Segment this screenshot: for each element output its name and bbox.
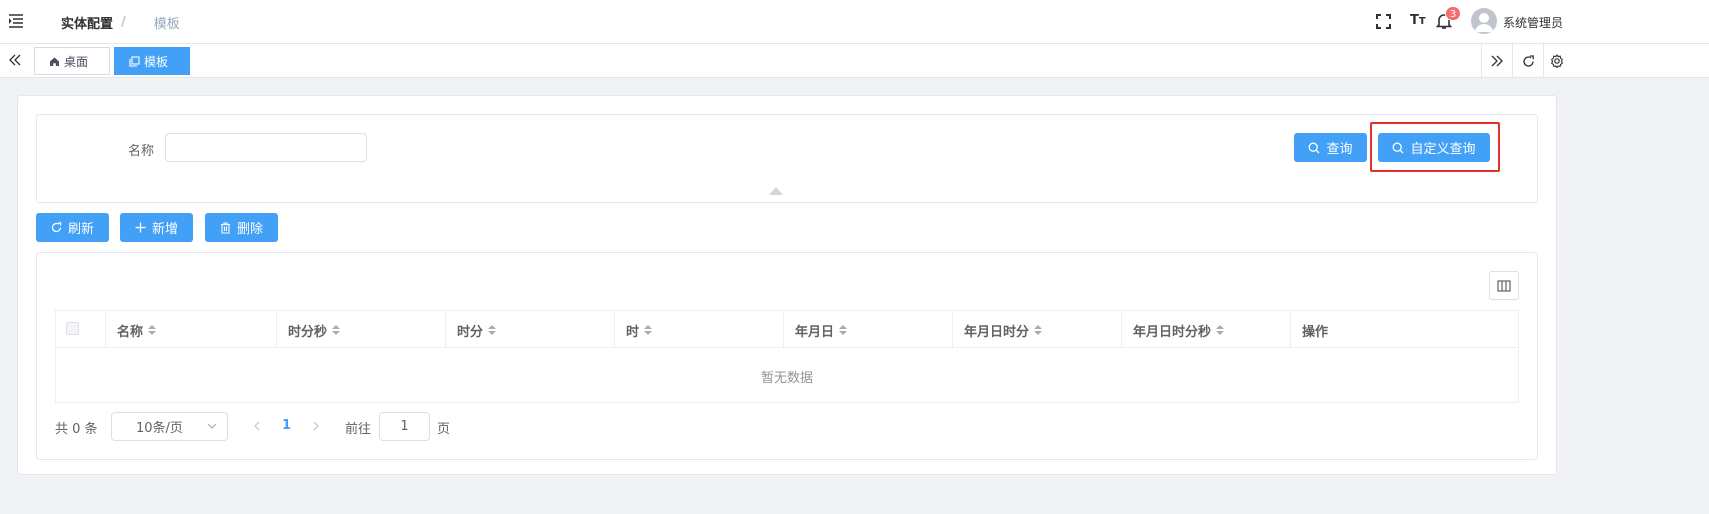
breadcrumb-item-entity-config[interactable]: 实体配置 [61, 13, 113, 32]
double-chevron-right-icon [1491, 55, 1503, 67]
add-button[interactable]: 新增 [120, 213, 193, 242]
prev-page-icon[interactable] [253, 421, 261, 431]
column-header-label: 操作 [1302, 324, 1329, 340]
breadcrumb: 实体配置 / 模板 [61, 13, 180, 32]
refresh-icon [51, 222, 68, 233]
copy-icon [129, 55, 144, 67]
delete-button-label: 删除 [236, 222, 263, 237]
sort-caret-icon[interactable] [1034, 325, 1043, 335]
column-header-label: 年月日时分秒 [1133, 324, 1212, 340]
name-input[interactable] [165, 133, 367, 162]
column-header-date[interactable]: 年月日 [783, 312, 952, 348]
pagination-total: 共 0 条 [55, 422, 98, 437]
goto-page-input[interactable] [379, 412, 430, 441]
refresh-tab-button[interactable] [1512, 44, 1543, 78]
column-header-datetime-hm[interactable]: 年月日时分 [952, 312, 1121, 348]
column-header-label: 年月日时分 [964, 324, 1030, 340]
page-number-current[interactable]: 1 [282, 418, 291, 433]
goto-label: 前往 [345, 422, 372, 437]
custom-query-button[interactable]: 自定义查询 [1378, 133, 1490, 162]
column-header-actions: 操作 [1290, 312, 1518, 348]
sort-caret-icon[interactable] [332, 325, 341, 335]
settings-button[interactable] [1543, 44, 1570, 78]
column-header-label: 年月日 [795, 324, 835, 340]
column-header-time-hm[interactable]: 时分 [445, 312, 614, 348]
column-header-label: 时 [626, 324, 640, 340]
notification-badge: 3 [1445, 6, 1461, 21]
sort-caret-icon[interactable] [644, 325, 653, 335]
next-page-icon[interactable] [312, 421, 320, 431]
tag-desktop[interactable]: 桌面 [34, 47, 110, 75]
collapse-caret-icon[interactable] [769, 187, 783, 195]
sort-caret-icon[interactable] [839, 325, 848, 335]
page-size-select[interactable]: 10条/页 [111, 412, 228, 441]
query-button[interactable]: 查询 [1294, 133, 1367, 162]
page-suffix-label: 页 [437, 422, 451, 437]
gear-icon [1550, 54, 1564, 68]
scroll-right-button[interactable] [1481, 44, 1512, 78]
column-header-name[interactable]: 名称 [105, 312, 276, 348]
tags-view-bar [0, 44, 1709, 78]
refresh-icon [1522, 54, 1535, 68]
breadcrumb-separator: / [121, 15, 126, 30]
delete-button[interactable]: 删除 [205, 213, 278, 242]
select-all-checkbox[interactable] [66, 322, 79, 335]
column-settings-button[interactable] [1489, 271, 1519, 300]
column-header-label: 名称 [117, 324, 144, 340]
query-button-label: 查询 [1326, 142, 1353, 157]
column-header-hour[interactable]: 时 [614, 312, 783, 348]
chevron-down-icon [207, 423, 217, 430]
page-size-value: 10条/页 [136, 421, 183, 436]
empty-state-text: 暂无数据 [760, 371, 813, 386]
breadcrumb-item-template: 模板 [153, 17, 180, 32]
column-header-datetime-hms[interactable]: 年月日时分秒 [1121, 312, 1290, 348]
add-button-label: 新增 [151, 222, 178, 237]
name-label: 名称 [128, 144, 155, 159]
fullscreen-icon[interactable] [1376, 14, 1391, 29]
columns-icon [1497, 279, 1511, 292]
username-label[interactable]: 系统管理员 [1503, 14, 1563, 31]
tag-template-label: 模板 [144, 54, 169, 69]
font-size-icon[interactable]: TT [1410, 13, 1426, 28]
sort-caret-icon[interactable] [1216, 325, 1225, 335]
tag-desktop-label: 桌面 [64, 54, 89, 69]
custom-query-button-label: 自定义查询 [1410, 142, 1476, 157]
refresh-button[interactable]: 刷新 [36, 213, 109, 242]
refresh-button-label: 刷新 [67, 222, 94, 237]
trash-icon [220, 221, 237, 234]
home-icon [49, 56, 64, 67]
search-icon [1308, 142, 1326, 154]
search-icon [1392, 142, 1410, 154]
column-header-label: 时分秒 [288, 324, 328, 340]
hamburger-icon[interactable] [8, 14, 24, 28]
scroll-left-icon[interactable] [9, 54, 21, 66]
sort-caret-icon[interactable] [488, 325, 497, 335]
column-header-time-hms[interactable]: 时分秒 [276, 312, 445, 348]
tag-template[interactable]: 模板 [114, 47, 190, 75]
sort-caret-icon[interactable] [148, 325, 157, 335]
column-header-label: 时分 [457, 324, 484, 340]
avatar[interactable] [1471, 8, 1497, 34]
plus-icon [135, 222, 152, 233]
